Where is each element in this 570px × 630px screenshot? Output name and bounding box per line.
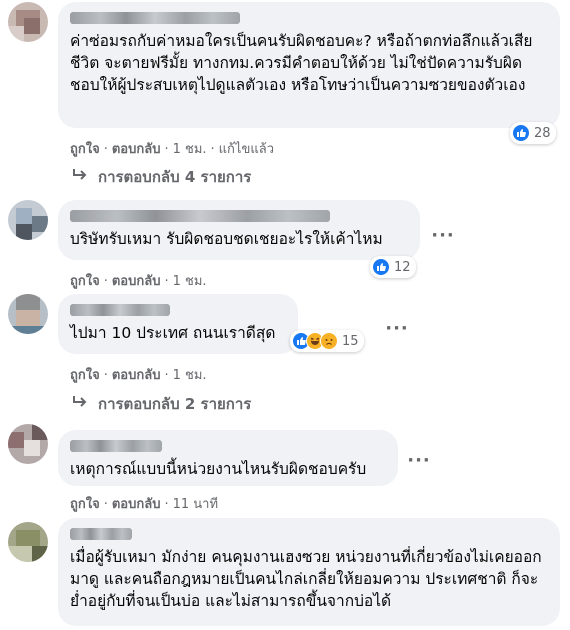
sad-reaction-icon xyxy=(320,332,338,350)
reaction-summary[interactable]: 28 xyxy=(510,122,556,144)
author-name[interactable] xyxy=(70,440,162,452)
view-replies-button[interactable]: การตอบกลับ 2 รายการ xyxy=(72,392,251,416)
comment-bubble: ค่าซ่อมรถกับค่าหมอใครเป็นคนรับผิดชอบคะ? … xyxy=(58,2,560,128)
more-options-icon[interactable]: ··· xyxy=(382,313,412,343)
comment-text: ไปมา 10 ประเทศ ถนนเราดีสุด xyxy=(70,324,276,342)
reply-button[interactable]: ตอบกลับ xyxy=(112,142,161,157)
like-button[interactable]: ถูกใจ xyxy=(70,497,100,512)
timestamp[interactable]: 1 ชม. xyxy=(173,274,207,289)
like-reaction-icon xyxy=(512,124,530,142)
edited-label[interactable]: แก้ไขแล้ว xyxy=(219,142,274,157)
more-options-icon[interactable]: ··· xyxy=(428,220,458,250)
avatar[interactable] xyxy=(8,424,48,464)
more-options-icon[interactable]: ··· xyxy=(404,445,434,475)
avatar[interactable] xyxy=(8,522,48,562)
timestamp[interactable]: 1 ชม. xyxy=(173,368,207,383)
author-name[interactable] xyxy=(70,528,132,540)
reply-arrow-icon xyxy=(72,168,88,186)
view-replies-button[interactable]: การตอบกลับ 4 รายการ xyxy=(72,165,251,189)
comment-bubble: เหตุการณ์แบบนี้หน่วยงานไหนรับผิดชอบครับ xyxy=(58,430,398,486)
like-button[interactable]: ถูกใจ xyxy=(70,142,100,157)
comment-bubble: บริษัทรับเหมา รับผิดชอบชดเชยอะไรให้เค้าไ… xyxy=(58,200,420,260)
reply-button[interactable]: ตอบกลับ xyxy=(112,368,161,383)
author-name[interactable] xyxy=(70,304,170,316)
reaction-summary[interactable]: 15 xyxy=(290,330,364,352)
comment-text: เมื่อผู้รับเหมา มักง่าย คนคุมงานเฮงซวย ห… xyxy=(70,548,542,610)
reaction-summary[interactable]: 12 xyxy=(370,256,416,278)
timestamp[interactable]: 11 นาที xyxy=(173,497,218,512)
like-button[interactable]: ถูกใจ xyxy=(70,368,100,383)
comment-text: เหตุการณ์แบบนี้หน่วยงานไหนรับผิดชอบครับ xyxy=(70,460,367,478)
like-reaction-icon xyxy=(372,258,390,276)
reaction-count: 28 xyxy=(534,125,551,141)
comment-bubble: เมื่อผู้รับเหมา มักง่าย คนคุมงานเฮงซวย ห… xyxy=(58,518,560,626)
reply-button[interactable]: ตอบกลับ xyxy=(112,274,161,289)
comment-text: ค่าซ่อมรถกับค่าหมอใครเป็นคนรับผิดชอบคะ? … xyxy=(70,32,533,94)
avatar[interactable] xyxy=(8,2,48,42)
reaction-count: 15 xyxy=(342,333,359,349)
comment-actions: ถูกใจ · ตอบกลับ · 1 ชม. xyxy=(70,368,207,383)
reply-button[interactable]: ตอบกลับ xyxy=(112,497,161,512)
comment-text: บริษัทรับเหมา รับผิดชอบชดเชยอะไรให้เค้าไ… xyxy=(70,230,383,248)
avatar[interactable] xyxy=(8,294,48,334)
avatar[interactable] xyxy=(8,200,48,240)
comment-bubble: ไปมา 10 ประเทศ ถนนเราดีสุด xyxy=(58,294,298,354)
replies-label: การตอบกลับ 2 รายการ xyxy=(98,395,252,413)
like-button[interactable]: ถูกใจ xyxy=(70,274,100,289)
reply-arrow-icon xyxy=(72,395,88,413)
author-name[interactable] xyxy=(70,12,240,24)
timestamp[interactable]: 1 ชม. xyxy=(173,142,207,157)
comment-actions: ถูกใจ · ตอบกลับ · 11 นาที xyxy=(70,497,219,512)
author-name[interactable] xyxy=(70,210,330,222)
reaction-count: 12 xyxy=(394,259,411,275)
comment-actions: ถูกใจ · ตอบกลับ · 1 ชม. · แก้ไขแล้ว xyxy=(70,142,274,157)
comment-actions: ถูกใจ · ตอบกลับ · 1 ชม. xyxy=(70,274,207,289)
replies-label: การตอบกลับ 4 รายการ xyxy=(98,168,252,186)
